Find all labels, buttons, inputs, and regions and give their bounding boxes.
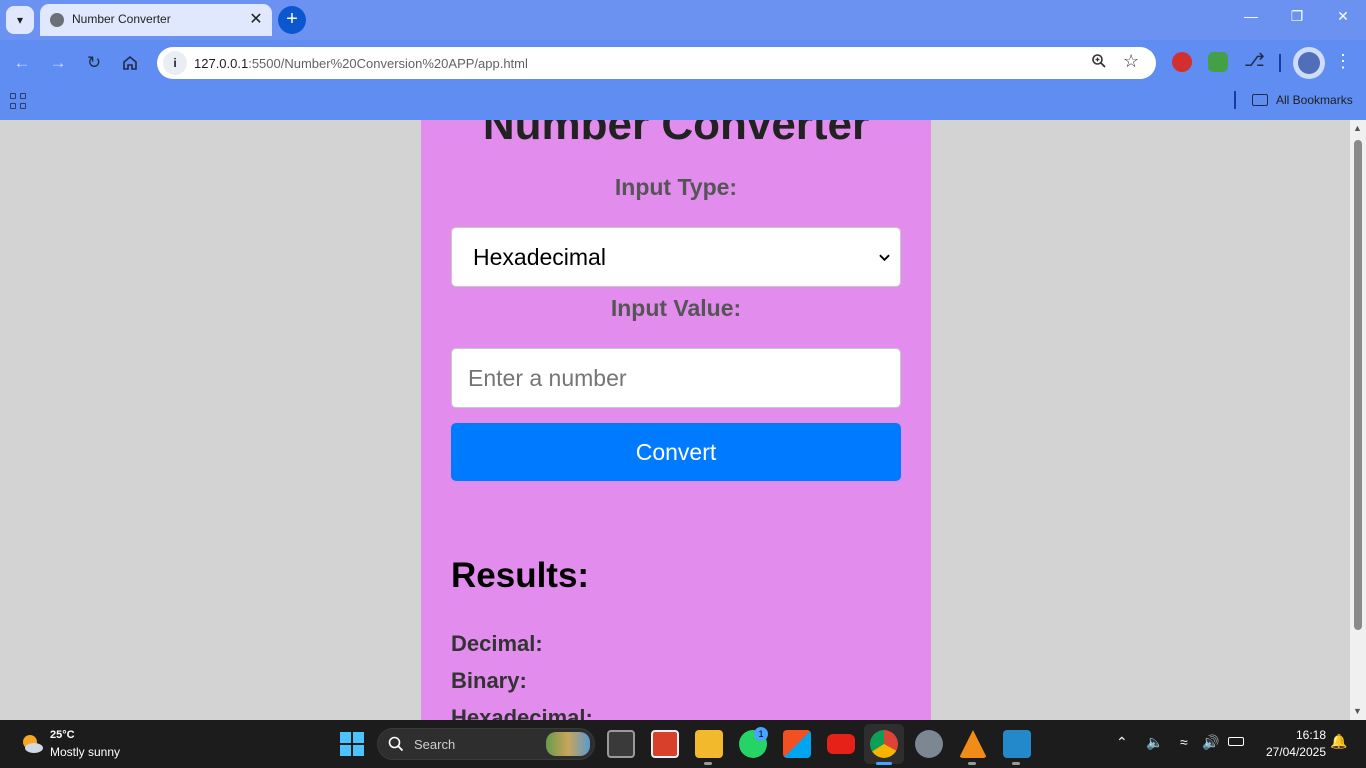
back-button[interactable]: ← <box>8 49 36 77</box>
input-type-label: Input Type: <box>614 174 738 200</box>
page-viewport: Number Converter Input Type: Hexadecimal… <box>0 120 1350 720</box>
scroll-up-icon[interactable]: ▲ <box>1353 123 1362 133</box>
tab-search-button[interactable]: ▾ <box>6 6 34 34</box>
site-info-icon[interactable]: i <box>163 51 187 75</box>
home-icon <box>123 55 137 70</box>
explorer-running-indicator <box>704 762 712 765</box>
weather-temperature[interactable]: 25°C <box>50 729 75 741</box>
result-decimal: Decimal: <box>451 631 543 657</box>
settings-gear-icon[interactable] <box>915 730 943 758</box>
toolbar-divider <box>1279 54 1281 72</box>
sun-cloud-icon[interactable] <box>20 732 44 756</box>
selected-type: Hexadecimal <box>473 244 606 270</box>
weather-description[interactable]: Mostly sunny <box>50 745 120 759</box>
vscode-running-indicator <box>1012 762 1020 765</box>
windows-taskbar: 25°C Mostly sunny Search 1 ⌃ 🔈 ≈ 🔊 16:18… <box>0 720 1366 768</box>
avatar-icon <box>1298 52 1320 74</box>
close-tab-button[interactable]: ✕ <box>247 9 265 29</box>
wifi-icon[interactable]: ≈ <box>1180 734 1188 750</box>
result-label: Hexadecimal: <box>451 705 593 720</box>
search-icon <box>388 736 404 752</box>
home-button[interactable] <box>116 49 144 77</box>
vlc-icon[interactable] <box>959 730 987 758</box>
profile-avatar[interactable] <box>1293 47 1325 79</box>
arrow-left-icon: ← <box>13 53 31 72</box>
result-hexadecimal: Hexadecimal: <box>451 705 593 720</box>
task-view-icon[interactable] <box>607 730 635 758</box>
android-extension-icon[interactable] <box>1208 52 1228 72</box>
vscode-icon[interactable] <box>1003 730 1031 758</box>
globe-icon <box>50 13 64 27</box>
number-input[interactable] <box>451 348 901 408</box>
search-highlight-image <box>546 732 590 756</box>
window-close-button[interactable]: ✕ <box>1330 8 1356 25</box>
notification-bell-icon[interactable]: 🔔 <box>1330 733 1347 750</box>
result-label: Binary: <box>451 668 527 693</box>
volume-icon[interactable]: 🔊 <box>1202 734 1219 751</box>
folder-icon <box>1252 94 1268 106</box>
reload-icon: ↻ <box>86 53 102 72</box>
search-placeholder: Search <box>414 737 456 752</box>
star-icon[interactable]: ☆ <box>1123 51 1139 72</box>
result-label: Decimal: <box>451 631 543 656</box>
scroll-down-icon[interactable]: ▼ <box>1353 706 1362 716</box>
arrow-right-icon: → <box>49 53 67 72</box>
adblock-extension-icon[interactable] <box>1172 52 1192 72</box>
bookmarks-divider <box>1234 91 1236 109</box>
forward-button[interactable]: → <box>44 49 72 77</box>
input-type-select[interactable]: Hexadecimal <box>451 227 901 287</box>
apps-grid-icon[interactable] <box>10 93 28 111</box>
whatsapp-badge: 1 <box>754 727 768 741</box>
vlc-running-indicator <box>968 762 976 765</box>
browser-titlebar: ▾ Number Converter ✕ + — ❐ ✕ <box>0 0 1366 40</box>
url-text: 127.0.0.1:5500/Number%20Conversion%20APP… <box>194 56 528 71</box>
chevron-up-icon[interactable]: ⌃ <box>1116 734 1128 751</box>
scrollbar-thumb[interactable] <box>1354 140 1362 630</box>
chrome-icon[interactable] <box>870 730 898 758</box>
menu-dots-icon[interactable]: ⋮ <box>1334 51 1352 72</box>
file-explorer-icon[interactable] <box>695 730 723 758</box>
battery-icon[interactable] <box>1228 737 1244 746</box>
windows-start-button[interactable] <box>340 732 364 756</box>
new-tab-button[interactable]: + <box>278 6 306 34</box>
address-bar[interactable]: i 127.0.0.1:5500/Number%20Conversion%20A… <box>157 47 1156 79</box>
page-title: Number Converter <box>482 120 870 149</box>
chevron-down-icon: ▾ <box>16 13 24 27</box>
zoom-icon[interactable] <box>1091 53 1107 74</box>
taskbar-search[interactable]: Search <box>377 728 595 760</box>
browser-toolbar: ← → ↻ i 127.0.0.1:5500/Number%20Conversi… <box>0 40 1366 86</box>
page-scrollbar[interactable]: ▲ ▼ <box>1350 120 1366 720</box>
youtube-icon[interactable] <box>827 734 855 754</box>
all-bookmarks-link[interactable]: All Bookmarks <box>1276 93 1353 107</box>
tab-number-converter[interactable]: Number Converter ✕ <box>40 4 272 36</box>
results-heading: Results: <box>451 556 590 595</box>
restore-button[interactable]: ❐ <box>1284 8 1310 25</box>
tab-title: Number Converter <box>72 12 171 26</box>
converter-card: Number Converter Input Type: Hexadecimal… <box>421 120 931 720</box>
bookmarks-bar: All Bookmarks <box>0 86 1366 120</box>
clock-time[interactable]: 16:18 <box>1250 728 1326 742</box>
puzzle-icon[interactable]: ⎇ <box>1244 50 1265 70</box>
reload-button[interactable]: ↻ <box>80 49 108 77</box>
result-binary: Binary: <box>451 668 527 694</box>
power-app-icon[interactable] <box>651 730 679 758</box>
clock-date[interactable]: 27/04/2025 <box>1250 745 1326 759</box>
convert-button[interactable]: Convert <box>451 423 901 481</box>
chevron-down-icon <box>879 254 890 262</box>
speaker-icon[interactable]: 🔈 <box>1146 734 1163 751</box>
microsoft-store-icon[interactable] <box>783 730 811 758</box>
chrome-running-indicator <box>876 762 892 765</box>
input-value-label: Input Value: <box>610 295 742 321</box>
minimize-button[interactable]: — <box>1238 8 1264 24</box>
